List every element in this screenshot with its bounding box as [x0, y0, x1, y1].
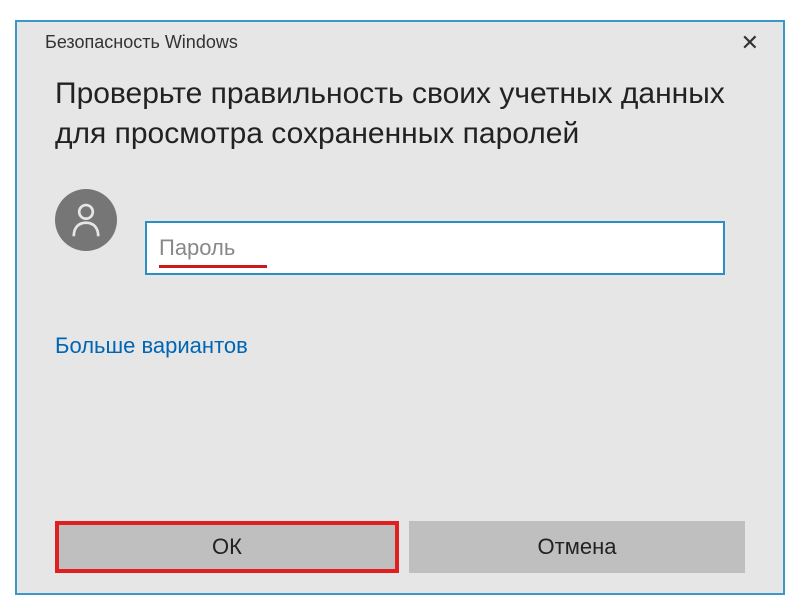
- cancel-button[interactable]: Отмена: [409, 521, 745, 573]
- more-options-link[interactable]: Больше вариантов: [17, 275, 783, 359]
- input-area: [145, 185, 745, 275]
- titlebar: Безопасность Windows ✕: [17, 22, 783, 60]
- close-icon[interactable]: ✕: [733, 32, 767, 54]
- ok-button-highlight: ОК: [55, 521, 399, 573]
- password-input-wrap: [145, 221, 725, 275]
- credential-row: [17, 155, 783, 275]
- user-icon: [69, 201, 103, 239]
- credential-dialog: Безопасность Windows ✕ Проверьте правиль…: [15, 20, 785, 595]
- annotation-underline: [159, 265, 267, 268]
- dialog-title: Безопасность Windows: [45, 32, 238, 53]
- ok-button[interactable]: ОК: [59, 525, 395, 569]
- dialog-heading: Проверьте правильность своих учетных дан…: [17, 60, 783, 155]
- button-row: ОК Отмена: [55, 521, 745, 573]
- user-avatar: [55, 189, 117, 251]
